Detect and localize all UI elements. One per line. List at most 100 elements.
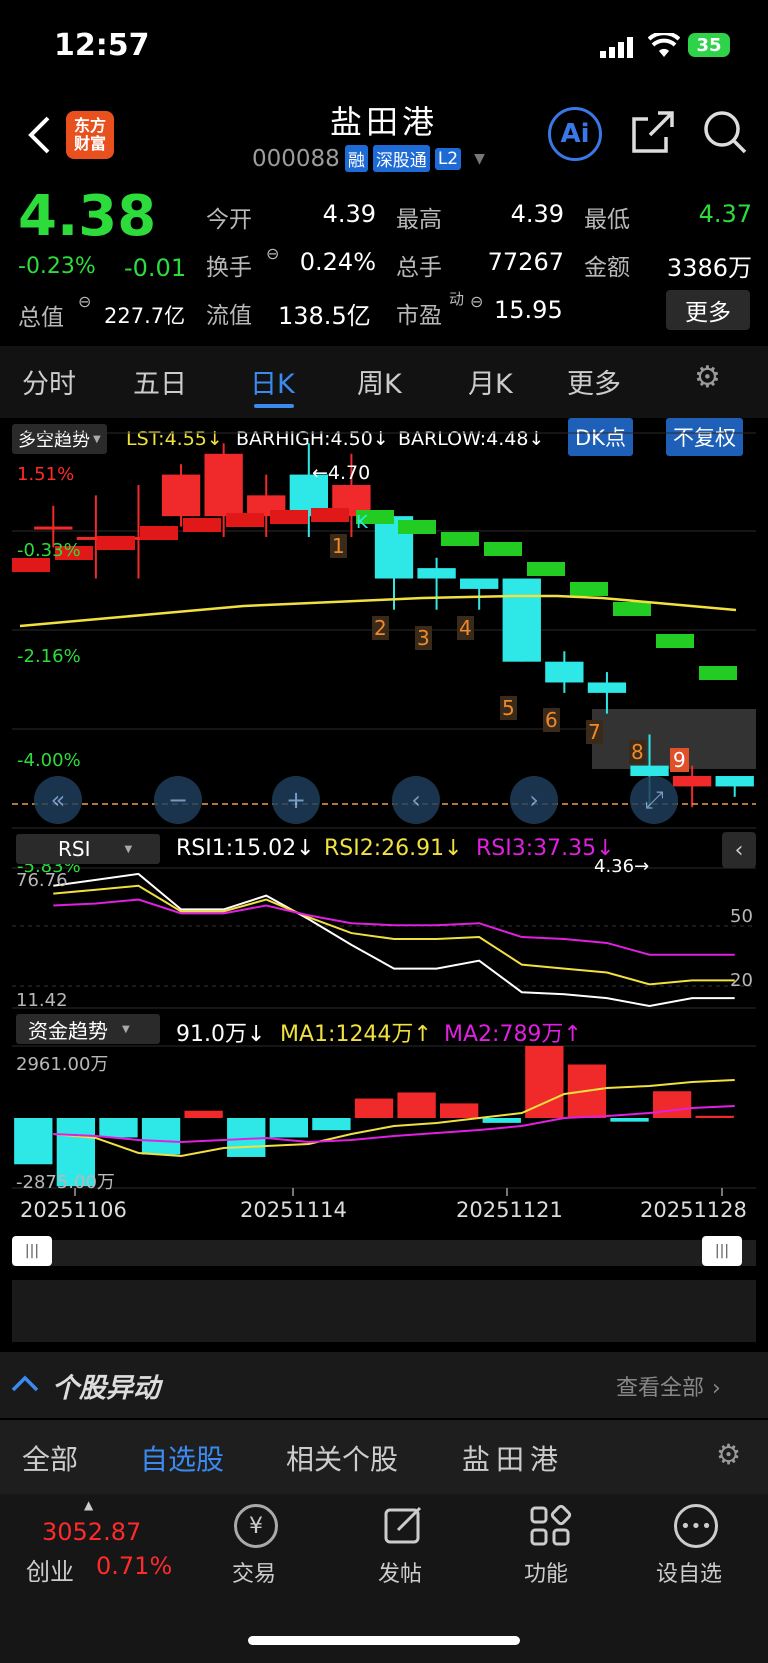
more-dots-icon[interactable]: •••: [674, 1504, 718, 1548]
rsi3-label: RSI3:37.35: [476, 836, 597, 861]
apps-icon[interactable]: [528, 1504, 572, 1552]
turnover-value: 0.24%: [299, 248, 376, 276]
y-label-4: -4.00%: [17, 750, 81, 771]
signal-marker: 8: [629, 740, 646, 764]
rsi1-value: RSI1:15.02↓: [176, 836, 315, 861]
trend-step: [398, 520, 436, 534]
float-value: 138.5亿: [278, 302, 371, 330]
kline-panel: 多空趋势 ▼ LST:4.55↓ BARHIGH:4.50↓ BARLOW:4.4…: [0, 418, 768, 1348]
arrow-down-icon: ↓: [596, 836, 615, 861]
tab-monthly-k[interactable]: 月K: [468, 362, 513, 401]
fund-bar: [269, 1118, 308, 1138]
scroll-left-icon[interactable]: ‹: [392, 776, 440, 824]
tab-more[interactable]: 更多: [567, 362, 621, 401]
rsi-dropdown[interactable]: RSI ▼: [16, 834, 160, 864]
bottom-tab-watchlist[interactable]: 自选股: [140, 1438, 224, 1478]
share-icon[interactable]: [630, 109, 676, 159]
tab-5day[interactable]: 五日: [133, 362, 187, 401]
index-name: 创业: [26, 1558, 74, 1586]
rsi-y-20: 20: [730, 970, 753, 991]
fund-bar: [312, 1118, 351, 1131]
range-slider-track[interactable]: [12, 1240, 756, 1266]
x-label: 20251106: [20, 1198, 127, 1222]
scroll-start-icon[interactable]: «: [34, 776, 82, 824]
edit-icon[interactable]: [382, 1504, 426, 1552]
dropdown-arrow-icon: ▼: [122, 1023, 130, 1035]
battery-icon: 35: [688, 33, 730, 57]
dock-trade[interactable]: 交易: [232, 1556, 276, 1588]
arrow-down-icon: ↓: [444, 836, 463, 861]
home-indicator: [248, 1636, 520, 1645]
trend-step: [97, 536, 135, 550]
rsi-y-bottom: 11.42: [16, 990, 68, 1011]
more-button[interactable]: 更多: [666, 290, 750, 330]
gear-icon[interactable]: ⚙: [694, 360, 721, 395]
candle-body: [502, 578, 541, 662]
fund-bar: [525, 1046, 564, 1118]
fund-bar: [184, 1110, 223, 1118]
dock-functions[interactable]: 功能: [524, 1556, 568, 1588]
tab-weekly-k[interactable]: 周K: [357, 362, 402, 401]
dock-set-watch[interactable]: 设自选: [656, 1556, 722, 1588]
y-label-top: 1.51%: [17, 464, 75, 485]
view-all-link[interactable]: 查看全部 ›: [616, 1370, 721, 1402]
quote-panel: 4.38 -0.23% -0.01 今开 4.39 最高 4.39 最低 4.3…: [0, 180, 768, 346]
float-label: 流值: [206, 303, 252, 329]
wifi-icon: [647, 31, 681, 63]
chart-tabs: 分时 五日 日K 周K 月K 更多 ⚙: [0, 346, 768, 418]
arrow-down-icon: ↓: [247, 1022, 266, 1047]
mktcap-value: 227.7亿: [104, 304, 186, 328]
stock-meta[interactable]: 000088 融 深股通 L2 ▼: [252, 145, 485, 172]
bottom-tab-stock[interactable]: 盐田港: [462, 1438, 564, 1478]
trade-icon[interactable]: ¥: [234, 1504, 278, 1548]
turnover-label: 换手: [206, 255, 252, 281]
fund-bar: [652, 1091, 692, 1118]
fund-bar: [397, 1092, 436, 1118]
ai-button[interactable]: Ai: [548, 107, 602, 161]
y-label-3: -2.16%: [17, 646, 81, 667]
k-marker: K: [356, 512, 368, 533]
trend-step: [311, 508, 349, 522]
index-value[interactable]: 3052.87: [42, 1518, 141, 1546]
low-label: 最低: [584, 207, 630, 233]
bottom-tab-all[interactable]: 全部: [22, 1438, 78, 1478]
high-label: 最高: [396, 207, 442, 233]
x-label: 20251121: [456, 1198, 563, 1222]
rsi-y-50: 50: [730, 906, 753, 927]
info-icon[interactable]: ⊖: [78, 292, 91, 311]
signal-marker: 6: [543, 708, 560, 732]
fullscreen-icon[interactable]: ⤢: [630, 776, 678, 824]
tab-daily-k[interactable]: 日K: [250, 362, 295, 401]
trend-step: [613, 602, 651, 616]
scroll-right-icon[interactable]: ›: [510, 776, 558, 824]
rsi2-value: RSI2:26.91↓: [324, 836, 463, 861]
collapse-panel-icon[interactable]: ‹: [722, 832, 756, 868]
mktcap-label: 总值: [18, 305, 64, 331]
fund-y-bottom: -2875.00万: [16, 1172, 115, 1193]
gear-icon[interactable]: ⚙: [716, 1438, 741, 1471]
tab-intraday[interactable]: 分时: [22, 362, 76, 401]
rsi-dropdown-label: RSI: [58, 837, 91, 861]
movement-section[interactable]: 个股异动 查看全部 ›: [0, 1352, 768, 1418]
info-icon[interactable]: ⊖: [266, 244, 279, 263]
dock-post[interactable]: 发帖: [378, 1556, 422, 1588]
range-handle-left[interactable]: |||: [12, 1236, 52, 1266]
bottom-tab-related[interactable]: 相关个股: [286, 1438, 398, 1478]
status-bar: 12:57 35: [0, 0, 768, 95]
search-icon[interactable]: [702, 109, 748, 159]
rsi3-value: RSI3:37.35↓: [476, 836, 615, 861]
chevron-up-icon[interactable]: [10, 1370, 40, 1400]
fund-bar: [354, 1098, 394, 1118]
fund-bar: [14, 1118, 53, 1165]
fund-bar: [695, 1115, 734, 1118]
trend-step: [226, 513, 264, 527]
trend-step: [699, 666, 737, 680]
range-handle-right[interactable]: |||: [702, 1236, 742, 1266]
info-icon[interactable]: ⊖: [470, 292, 483, 311]
zoom-out-icon[interactable]: −: [154, 776, 202, 824]
fund-dropdown[interactable]: 资金趋势 ▼: [16, 1014, 160, 1044]
y-label-2: -0.33%: [17, 540, 81, 561]
signal-icon: [600, 36, 638, 62]
zoom-in-icon[interactable]: +: [272, 776, 320, 824]
fund-value-label: 91.0万: [176, 1022, 247, 1047]
